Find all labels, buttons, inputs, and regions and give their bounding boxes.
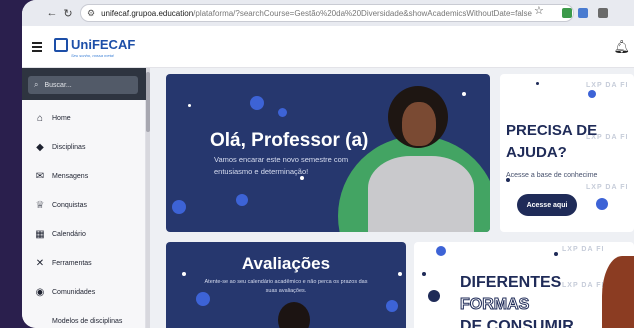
trophy-icon: ♕ <box>35 200 45 211</box>
browser-toolbar: ← ↻ ⚙ unifecaf.grupoa.education /platafo… <box>22 0 634 26</box>
evaluations-banner[interactable]: Avaliações Atente-se ao seu calendário a… <box>166 242 406 328</box>
app-window: ← ↻ ⚙ unifecaf.grupoa.education /platafo… <box>22 0 634 328</box>
bell-icon[interactable]: 🔔︎ <box>613 39 630 55</box>
evaluations-subtitle: Atente-se ao seu calendário acadêmico e … <box>204 279 368 294</box>
help-subtitle: Acesse a base de conhecime <box>506 172 598 179</box>
decor-dot <box>236 194 248 206</box>
extension-icon[interactable] <box>598 8 608 18</box>
sidebar-item-calendario[interactable]: ▦ Calendário <box>22 220 146 249</box>
search-icon: ⌕ <box>34 80 39 89</box>
watermark-text: LXP DA FI <box>586 184 629 191</box>
app-header: UniFECAF Seu sonho, nossa meta! 🔔︎ <box>22 26 634 68</box>
decor-dot <box>554 252 558 256</box>
back-arrow-icon[interactable]: ← <box>44 5 60 21</box>
sidebar-item-label: Home <box>52 115 71 122</box>
help-title-line: AJUDA? <box>506 144 567 161</box>
sidebar-search: ⌕ Buscar... <box>22 68 146 100</box>
decor-dot <box>428 290 440 302</box>
decor-dot <box>278 108 287 117</box>
sidebar-item-label: Mensagens <box>52 173 89 180</box>
hamburger-menu-icon[interactable] <box>32 42 42 54</box>
decor-dot <box>436 246 446 256</box>
logo-text: UniFECAF <box>71 37 136 52</box>
evaluations-title: Avaliações <box>241 254 331 273</box>
main-content: Olá, Professor (a) Vamos encarar este no… <box>150 68 634 328</box>
extension-icon[interactable] <box>578 8 588 18</box>
logo-tagline: Seu sonho, nossa meta! <box>71 53 115 58</box>
sidebar-item-modelos[interactable]: Modelos de disciplinas <box>22 307 146 328</box>
address-bar[interactable]: ⚙ unifecaf.grupoa.education /plataforma/… <box>80 4 574 22</box>
sidebar-item-mensagens[interactable]: ✉ Mensagens <box>22 162 146 191</box>
sidebar-item-home[interactable]: ⌂ Home <box>22 104 146 133</box>
search-input[interactable]: ⌕ Buscar... <box>28 76 138 94</box>
sidebar-item-label: Modelos de disciplinas <box>52 318 123 325</box>
extension-icon[interactable] <box>562 8 572 18</box>
url-host: unifecaf.grupoa.education <box>101 8 194 18</box>
consumption-title: DIFERENTES FORMAS DE CONSUMIR <box>460 272 574 328</box>
decor-dot <box>250 96 264 110</box>
sidebar-item-label: Disciplinas <box>52 144 86 151</box>
tools-icon: ✕ <box>35 258 45 269</box>
search-placeholder: Buscar... <box>44 81 72 89</box>
consumption-line: DE CONSUMIR <box>460 318 574 328</box>
decor-dot <box>462 92 466 96</box>
community-icon: ◉ <box>35 287 45 298</box>
reload-icon[interactable]: ↻ <box>60 5 76 21</box>
help-title-line: PRECISA DE <box>506 122 598 139</box>
sidebar-item-conquistas[interactable]: ♕ Conquistas <box>22 191 146 220</box>
calendar-icon: ▦ <box>35 229 45 240</box>
teacher-photo <box>368 156 474 232</box>
consumption-line: DIFERENTES <box>460 274 562 291</box>
decor-dot <box>172 200 186 214</box>
consumption-banner[interactable]: LXP DA FI LXP DA FI DIFERENTES FORMAS DE… <box>414 242 634 328</box>
consumption-line: FORMAS <box>460 296 530 314</box>
decor-dot <box>596 198 608 210</box>
decor-dot <box>536 82 539 85</box>
sidebar-item-label: Comunidades <box>52 289 96 296</box>
decor-dot <box>588 90 596 98</box>
help-banner[interactable]: LXP DA FI LXP DA FI LXP DA FI PRECISA DE… <box>500 74 634 232</box>
sidebar-item-disciplinas[interactable]: ◆ Disciplinas <box>22 133 146 162</box>
sidebar-item-comunidades[interactable]: ◉ Comunidades <box>22 278 146 307</box>
woman-photo <box>602 256 634 328</box>
sidebar-item-label: Calendário <box>52 231 86 238</box>
person-head-shape <box>278 302 310 328</box>
sidebar-item-label: Conquistas <box>52 202 88 209</box>
graduation-cap-icon: ◆ <box>36 142 44 153</box>
logo[interactable]: UniFECAF Seu sonho, nossa meta! <box>54 37 136 58</box>
help-title: PRECISA DE AJUDA? <box>506 120 634 164</box>
watermark-text: LXP DA FI <box>586 82 629 89</box>
watermark-text: LXP DA FI <box>562 246 605 253</box>
url-path: /plataforma/?searchCourse=Gestão%20da%20… <box>193 8 533 18</box>
logo-mark <box>54 38 68 52</box>
envelope-icon: ✉ <box>35 171 45 182</box>
sidebar-item-ferramentas[interactable]: ✕ Ferramentas <box>22 249 146 278</box>
sidebar-menu: ⌂ Home ◆ Disciplinas ✉ Mensagens ♕ Conqu… <box>22 104 146 328</box>
help-access-button[interactable]: Acesse aqui <box>517 194 577 216</box>
home-icon: ⌂ <box>36 113 44 124</box>
star-icon[interactable]: ☆ <box>534 4 544 17</box>
decor-dot <box>422 272 426 276</box>
site-settings-icon[interactable]: ⚙ <box>87 8 95 19</box>
sidebar: ⌕ Buscar... ⌂ Home ◆ Disciplinas ✉ Mensa… <box>22 68 146 328</box>
welcome-banner[interactable]: Olá, Professor (a) Vamos encarar este no… <box>166 74 490 232</box>
teacher-face <box>402 102 436 146</box>
sidebar-item-label: Ferramentas <box>52 260 92 267</box>
welcome-title: Olá, Professor (a) <box>210 130 369 151</box>
decor-dot <box>386 300 398 312</box>
welcome-subtitle: Vamos encarar este novo semestre com ent… <box>214 155 349 176</box>
decor-dot <box>188 104 191 107</box>
